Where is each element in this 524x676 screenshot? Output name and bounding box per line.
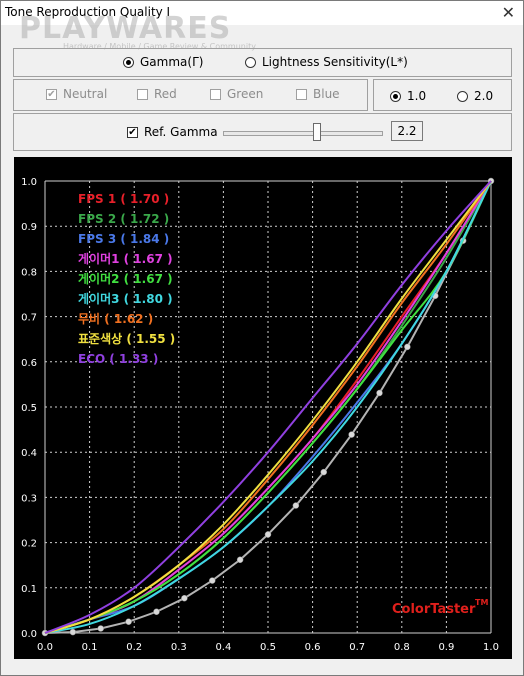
gamma-radio[interactable]: Gamma(Γ) xyxy=(123,55,203,69)
legend-entry-5: 게이머2 ( 1.67 ) xyxy=(78,271,173,286)
blue-check-box xyxy=(296,88,307,100)
gamma-radio-label: Gamma(Γ) xyxy=(140,55,204,69)
reference-gamma-point xyxy=(69,628,77,636)
ref-gamma-label: Ref. Gamma xyxy=(144,125,218,139)
slider-track xyxy=(223,131,383,136)
y-tick-label: 0.0 xyxy=(21,629,37,640)
red-label: Red xyxy=(154,87,177,101)
legend-entry-8: 표준색상 ( 1.55 ) xyxy=(78,331,175,346)
ref-gamma-slider[interactable] xyxy=(223,123,383,141)
lightness-radio-label: Lightness Sensitivity(L*) xyxy=(262,55,408,69)
gamma-chart-panel: 0.0 0.1 0.2 0.3 0.4 0.5 0.6 0.7 0.8 0.9 1.0 0.0 0.1 0… xyxy=(14,157,512,659)
x-tick-label: 0.9 xyxy=(438,642,454,653)
legend-entry-2: FPS 2 ( 1.72 ) xyxy=(78,212,169,226)
x-tick-label: 0.5 xyxy=(260,642,276,653)
x-tick-label: 0.3 xyxy=(171,642,187,653)
reference-gamma-point xyxy=(264,531,272,538)
tone-reproduction-window: Tone Reproduction Quality I ✕ PLAYWARES … xyxy=(0,0,524,676)
legend-entry-4: 게이머1 ( 1.67 ) xyxy=(78,251,173,266)
green-check-box xyxy=(210,88,221,100)
red-check-box xyxy=(137,88,148,100)
blue-label: Blue xyxy=(313,87,340,101)
y-tick-label: 0.9 xyxy=(21,222,37,233)
legend-entry-1: FPS 1 ( 1.70 ) xyxy=(78,192,169,206)
colortaster-tm: TM xyxy=(475,598,488,607)
slider-thumb[interactable] xyxy=(313,123,321,141)
y-tick-label: 0.4 xyxy=(21,448,37,459)
ref-gamma-checkbox[interactable]: ✔ Ref. Gamma xyxy=(127,125,218,139)
reference-gamma-point xyxy=(320,468,327,476)
y-tick-label: 0.7 xyxy=(21,313,37,324)
green-checkbox[interactable]: Green xyxy=(210,87,263,101)
x-tick-label: 0.4 xyxy=(215,642,231,653)
neutral-check-mark: ✔ xyxy=(46,88,57,100)
reference-gamma-point xyxy=(97,625,104,632)
x-tick-label: 0.7 xyxy=(349,642,365,653)
ref-gamma-value: 2.2 xyxy=(391,121,423,141)
scale-1-indicator xyxy=(390,90,401,102)
legend-entry-9: ECO ( 1.33 ) xyxy=(78,352,158,366)
scale-2-label: 2.0 xyxy=(474,89,494,103)
window-title: Tone Reproduction Quality I xyxy=(5,5,171,19)
reference-gamma-point xyxy=(181,594,188,602)
gamma-radio-indicator xyxy=(123,56,134,68)
lightness-radio-indicator xyxy=(245,56,256,68)
colortaster-brand: ColorTaster xyxy=(392,602,476,617)
x-tick-label: 0.2 xyxy=(126,642,142,653)
legend-entry-6: 게이머3 ( 1.80 ) xyxy=(78,291,173,306)
x-tick-label: 0.8 xyxy=(394,642,410,653)
scale-2-indicator xyxy=(457,90,468,102)
reference-gamma-point xyxy=(209,577,216,584)
close-icon[interactable]: ✕ xyxy=(502,3,515,22)
scale-2-radio[interactable]: 2.0 xyxy=(457,89,493,103)
reference-gamma-point xyxy=(125,618,132,625)
neutral-label: Neutral xyxy=(63,87,108,101)
reference-gamma-point xyxy=(404,343,411,351)
y-tick-label: 0.8 xyxy=(21,267,37,278)
x-tick-label: 0.0 xyxy=(37,642,53,653)
reference-gamma-point xyxy=(153,608,160,616)
scale-1-label: 1.0 xyxy=(407,89,427,103)
y-tick-label: 0.3 xyxy=(21,493,37,504)
y-tick-label: 0.1 xyxy=(21,584,37,595)
reference-gamma-point xyxy=(348,431,355,438)
blue-checkbox[interactable]: Blue xyxy=(296,87,340,101)
legend-entry-3: FPS 3 ( 1.84 ) xyxy=(78,232,169,246)
x-tick-label: 0.6 xyxy=(305,642,321,653)
scale-1-radio[interactable]: 1.0 xyxy=(390,89,426,103)
reference-gamma-point xyxy=(376,389,383,397)
x-tick-label: 1.0 xyxy=(483,642,499,653)
y-tick-label: 0.6 xyxy=(21,358,37,369)
neutral-checkbox[interactable]: ✔ Neutral xyxy=(46,87,107,101)
y-tick-label: 0.2 xyxy=(21,539,37,550)
green-label: Green xyxy=(227,87,264,101)
lightness-radio[interactable]: Lightness Sensitivity(L*) xyxy=(245,55,408,69)
x-tick-label: 0.1 xyxy=(82,642,98,653)
gamma-chart: 0.0 0.1 0.2 0.3 0.4 0.5 0.6 0.7 0.8 0.9 1.0 0.0 0.1 0… xyxy=(21,177,499,653)
red-checkbox[interactable]: Red xyxy=(137,87,177,101)
title-bar: Tone Reproduction Quality I ✕ xyxy=(1,1,523,25)
reference-gamma-point xyxy=(236,556,244,564)
reference-gamma-point xyxy=(292,502,300,509)
ref-gamma-check-mark: ✔ xyxy=(127,126,138,138)
legend-entry-7: 무비 ( 1.62 ) xyxy=(78,311,153,326)
y-tick-label: 0.5 xyxy=(21,403,37,414)
y-tick-label: 1.0 xyxy=(21,177,37,188)
